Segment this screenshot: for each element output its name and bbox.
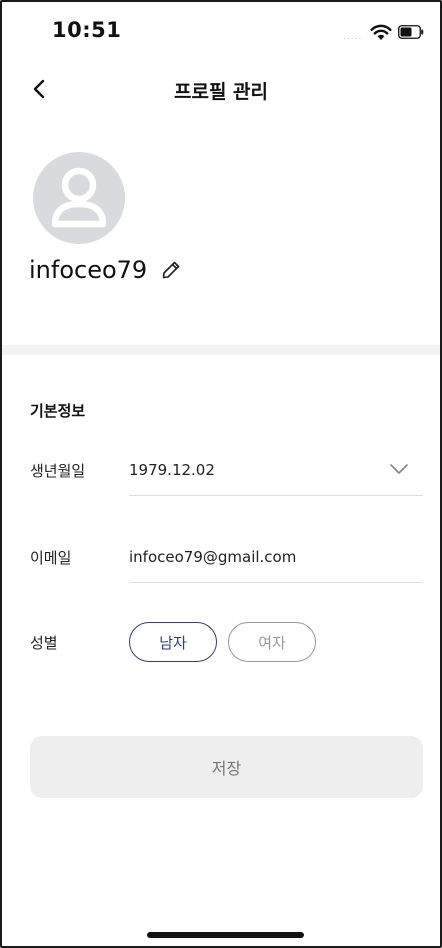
gender-male-button[interactable]: 남자 bbox=[129, 622, 217, 662]
email-underline bbox=[129, 582, 423, 583]
gender-female-button[interactable]: 여자 bbox=[228, 622, 316, 662]
email-field[interactable]: infoceo79@gmail.com bbox=[129, 548, 296, 566]
birthdate-select[interactable]: 1979.12.02 bbox=[129, 461, 215, 479]
pencil-icon[interactable] bbox=[161, 260, 181, 280]
page-title: 프로필 관리 bbox=[173, 81, 268, 103]
signal-icon: ..... bbox=[343, 32, 363, 42]
gender-label: 성별 bbox=[30, 634, 58, 652]
avatar[interactable] bbox=[33, 152, 125, 244]
home-indicator bbox=[147, 932, 304, 938]
wifi-icon bbox=[370, 24, 392, 40]
section-divider bbox=[2, 345, 440, 355]
birthdate-underline bbox=[129, 495, 423, 496]
status-bar: 10:51 ..... bbox=[0, 0, 442, 60]
username-row: infoceo79 bbox=[29, 250, 181, 290]
save-button[interactable]: 저장 bbox=[30, 736, 423, 798]
birthdate-label: 생년월일 bbox=[30, 462, 86, 480]
status-time: 10:51 bbox=[52, 18, 122, 42]
username: infoceo79 bbox=[29, 256, 148, 284]
battery-icon bbox=[398, 25, 424, 39]
user-placeholder-icon bbox=[51, 167, 107, 228]
chevron-down-icon[interactable] bbox=[389, 462, 409, 476]
nav-bar: 프로필 관리 bbox=[0, 66, 442, 112]
email-label: 이메일 bbox=[30, 549, 72, 567]
section-title: 기본정보 bbox=[30, 402, 86, 420]
